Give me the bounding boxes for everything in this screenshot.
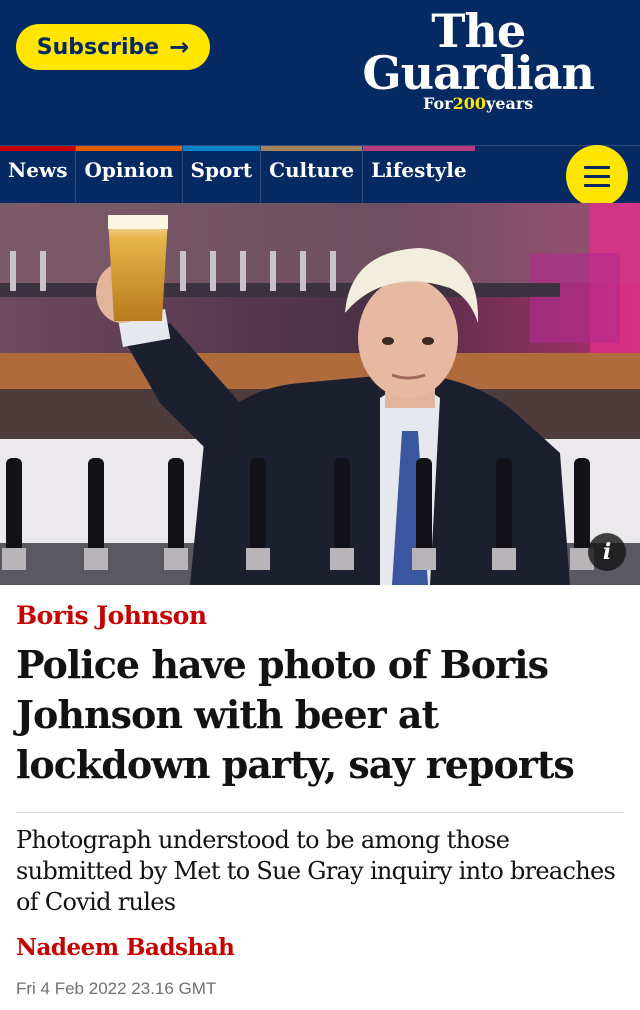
article-kicker[interactable]: Boris Johnson	[16, 601, 624, 630]
nav-items: News Opinion Sport Culture Lifestyle	[0, 146, 640, 203]
right-eye	[422, 337, 434, 345]
hero-photo: i	[0, 203, 640, 585]
section-nav: News Opinion Sport Culture Lifestyle	[0, 145, 640, 207]
divider	[16, 812, 624, 813]
article-byline[interactable]: Nadeem Badshah	[16, 934, 624, 961]
nav-accent-bar	[261, 146, 363, 151]
nav-item-label: Culture	[269, 158, 355, 182]
nav-item-sport[interactable]: Sport	[182, 146, 262, 203]
tagline-suffix: years	[486, 94, 534, 113]
nav-item-culture[interactable]: Culture	[261, 146, 364, 203]
nav-item-label: News	[8, 158, 68, 182]
nav-accent-bar	[363, 146, 475, 151]
hamburger-menu-icon-line	[584, 174, 610, 178]
nav-item-news[interactable]: News	[0, 146, 77, 203]
image-info-button[interactable]: i	[588, 533, 626, 571]
hamburger-menu-icon	[584, 165, 610, 169]
article-standfirst: Photograph understood to be among those …	[16, 826, 616, 916]
nav-accent-bar	[76, 146, 182, 151]
subscribe-label: Subscribe	[36, 34, 160, 60]
hero-illustration	[0, 203, 640, 585]
article-headline: Police have photo of Boris Johnson with …	[16, 642, 575, 787]
nav-accent-bar	[0, 146, 76, 151]
nav-item-lifestyle[interactable]: Lifestyle	[363, 146, 475, 203]
tagline-prefix: For	[423, 94, 453, 113]
left-eye	[382, 337, 394, 345]
back-tap-rail	[0, 283, 560, 297]
nav-item-label: Opinion	[84, 158, 174, 182]
guardian-logo[interactable]: The Guardian For200years	[362, 8, 595, 114]
menu-button[interactable]	[566, 145, 628, 207]
arrow-right-icon: →	[169, 33, 190, 61]
face	[358, 278, 458, 398]
neon-glow	[530, 253, 620, 343]
hamburger-menu-icon-line	[584, 183, 610, 187]
subscribe-button[interactable]: Subscribe →	[16, 24, 210, 70]
info-icon: i	[602, 539, 612, 565]
logo-name: Guardian	[362, 46, 595, 100]
nav-item-label: Sport	[190, 158, 253, 182]
article-date: Fri 4 Feb 2022 23.16 GMT	[16, 979, 217, 998]
masthead: Subscribe → The Guardian For200years	[0, 0, 640, 145]
tagline-number: 200	[452, 94, 487, 113]
nav-item-opinion[interactable]: Opinion	[76, 146, 183, 203]
nav-accent-bar	[182, 146, 261, 151]
nav-item-label: Lifestyle	[371, 158, 467, 182]
beer-foam	[108, 215, 168, 229]
article-header: Boris Johnson Police have photo of Boris…	[0, 585, 640, 1010]
pint-of-beer	[108, 217, 168, 321]
